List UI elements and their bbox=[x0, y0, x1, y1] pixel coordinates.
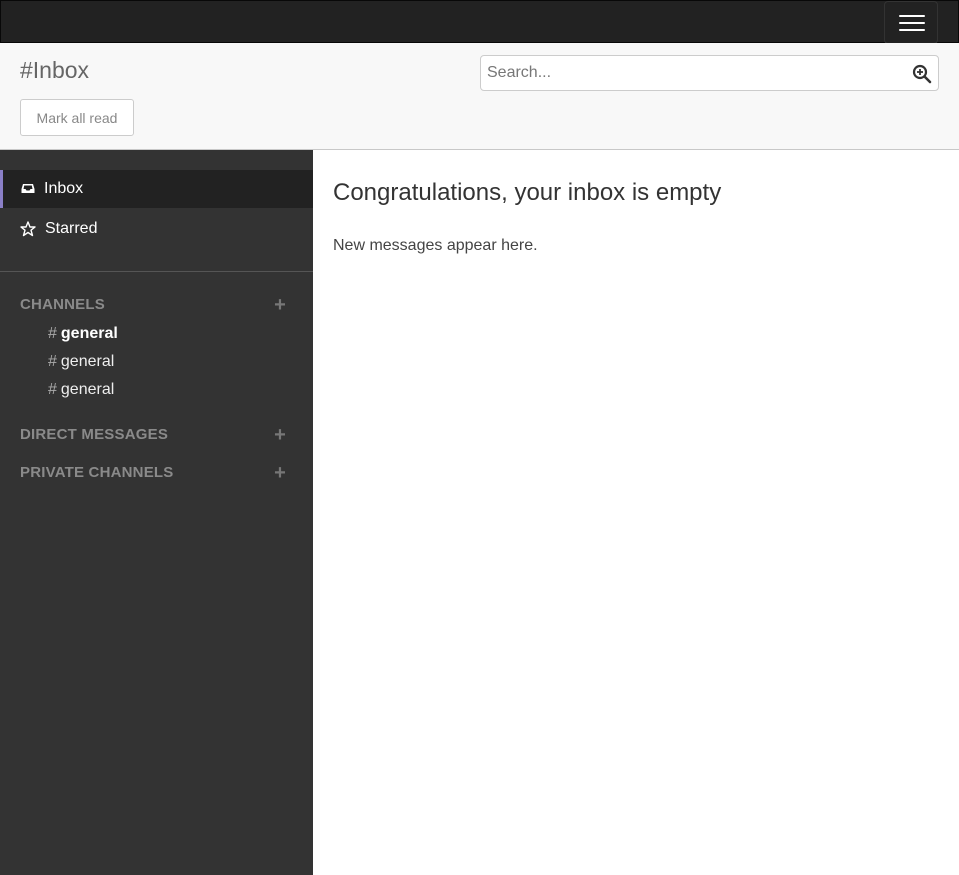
sidebar-item-starred[interactable]: Starred bbox=[0, 210, 313, 248]
main-content: Congratulations, your inbox is empty New… bbox=[313, 150, 959, 875]
sidebar-item-inbox[interactable]: Inbox bbox=[0, 170, 313, 208]
sidebar-item-label: Inbox bbox=[44, 180, 84, 197]
star-icon bbox=[18, 221, 36, 237]
direct-messages-section-header: DIRECT MESSAGES + bbox=[20, 425, 293, 446]
page-header: #Inbox Mark all read bbox=[0, 43, 959, 150]
channel-name: general bbox=[60, 381, 115, 398]
page-title: #Inbox bbox=[20, 57, 90, 83]
channel-name: general bbox=[60, 353, 115, 370]
sidebar-divider bbox=[0, 271, 313, 272]
hash-icon: # bbox=[48, 325, 57, 342]
sidebar-item-label: Starred bbox=[45, 220, 98, 237]
menu-toggle-button[interactable] bbox=[884, 1, 938, 44]
section-title: CHANNELS bbox=[20, 296, 105, 313]
hash-icon: # bbox=[48, 381, 57, 398]
hash-icon: # bbox=[48, 353, 57, 370]
top-navbar bbox=[0, 0, 959, 44]
add-direct-message-icon[interactable]: + bbox=[274, 425, 286, 445]
hamburger-menu-icon bbox=[899, 15, 925, 17]
empty-inbox-message: New messages appear here. bbox=[333, 237, 538, 254]
hamburger-menu-icon-bar bbox=[899, 22, 925, 24]
mark-all-read-button[interactable]: Mark all read bbox=[20, 99, 134, 136]
private-channels-section-header: PRIVATE CHANNELS + bbox=[20, 463, 293, 484]
sidebar: Inbox Starred CHANNELS + # general # gener… bbox=[0, 150, 313, 875]
search-input[interactable] bbox=[481, 56, 901, 90]
section-title: PRIVATE CHANNELS bbox=[20, 464, 174, 481]
add-channel-icon[interactable]: + bbox=[274, 295, 286, 315]
search-box bbox=[480, 55, 939, 91]
empty-inbox-heading: Congratulations, your inbox is empty bbox=[333, 179, 722, 206]
channels-section-header: CHANNELS + bbox=[20, 295, 293, 316]
search-icon[interactable] bbox=[912, 64, 932, 84]
channel-item[interactable]: # general bbox=[48, 325, 118, 347]
add-private-channel-icon[interactable]: + bbox=[274, 463, 286, 483]
hamburger-menu-icon-bar bbox=[899, 29, 925, 31]
section-title: DIRECT MESSAGES bbox=[20, 426, 169, 443]
channel-name: general bbox=[60, 325, 118, 342]
channel-item[interactable]: # general bbox=[48, 381, 114, 403]
channel-item[interactable]: # general bbox=[48, 353, 114, 375]
inbox-icon bbox=[21, 181, 37, 197]
